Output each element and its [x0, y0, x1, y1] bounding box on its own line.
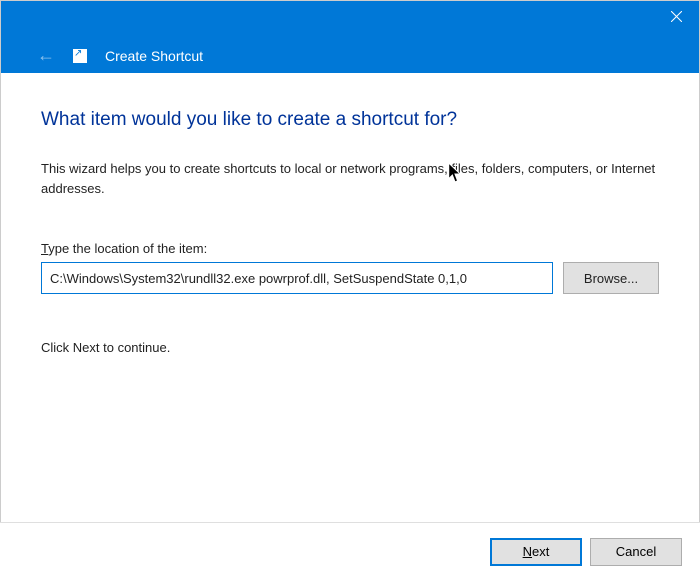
location-input[interactable] — [41, 262, 553, 294]
titlebar: ← Create Shortcut — [1, 1, 699, 73]
browse-button[interactable]: Browse... — [563, 262, 659, 294]
location-label: Type the location of the item: — [41, 241, 659, 256]
wizard-description: This wizard helps you to create shortcut… — [41, 159, 659, 199]
back-arrow-icon: ← — [37, 45, 55, 66]
close-icon — [671, 11, 682, 22]
window-title: Create Shortcut — [105, 48, 203, 64]
next-button[interactable]: Next — [490, 538, 582, 566]
continue-hint: Click Next to continue. — [41, 340, 659, 355]
page-heading: What item would you like to create a sho… — [41, 109, 659, 131]
close-button[interactable] — [654, 1, 699, 31]
cancel-button[interactable]: Cancel — [590, 538, 682, 566]
content-area: What item would you like to create a sho… — [1, 73, 699, 375]
shortcut-icon — [73, 49, 87, 63]
footer: Next Cancel — [0, 522, 700, 580]
